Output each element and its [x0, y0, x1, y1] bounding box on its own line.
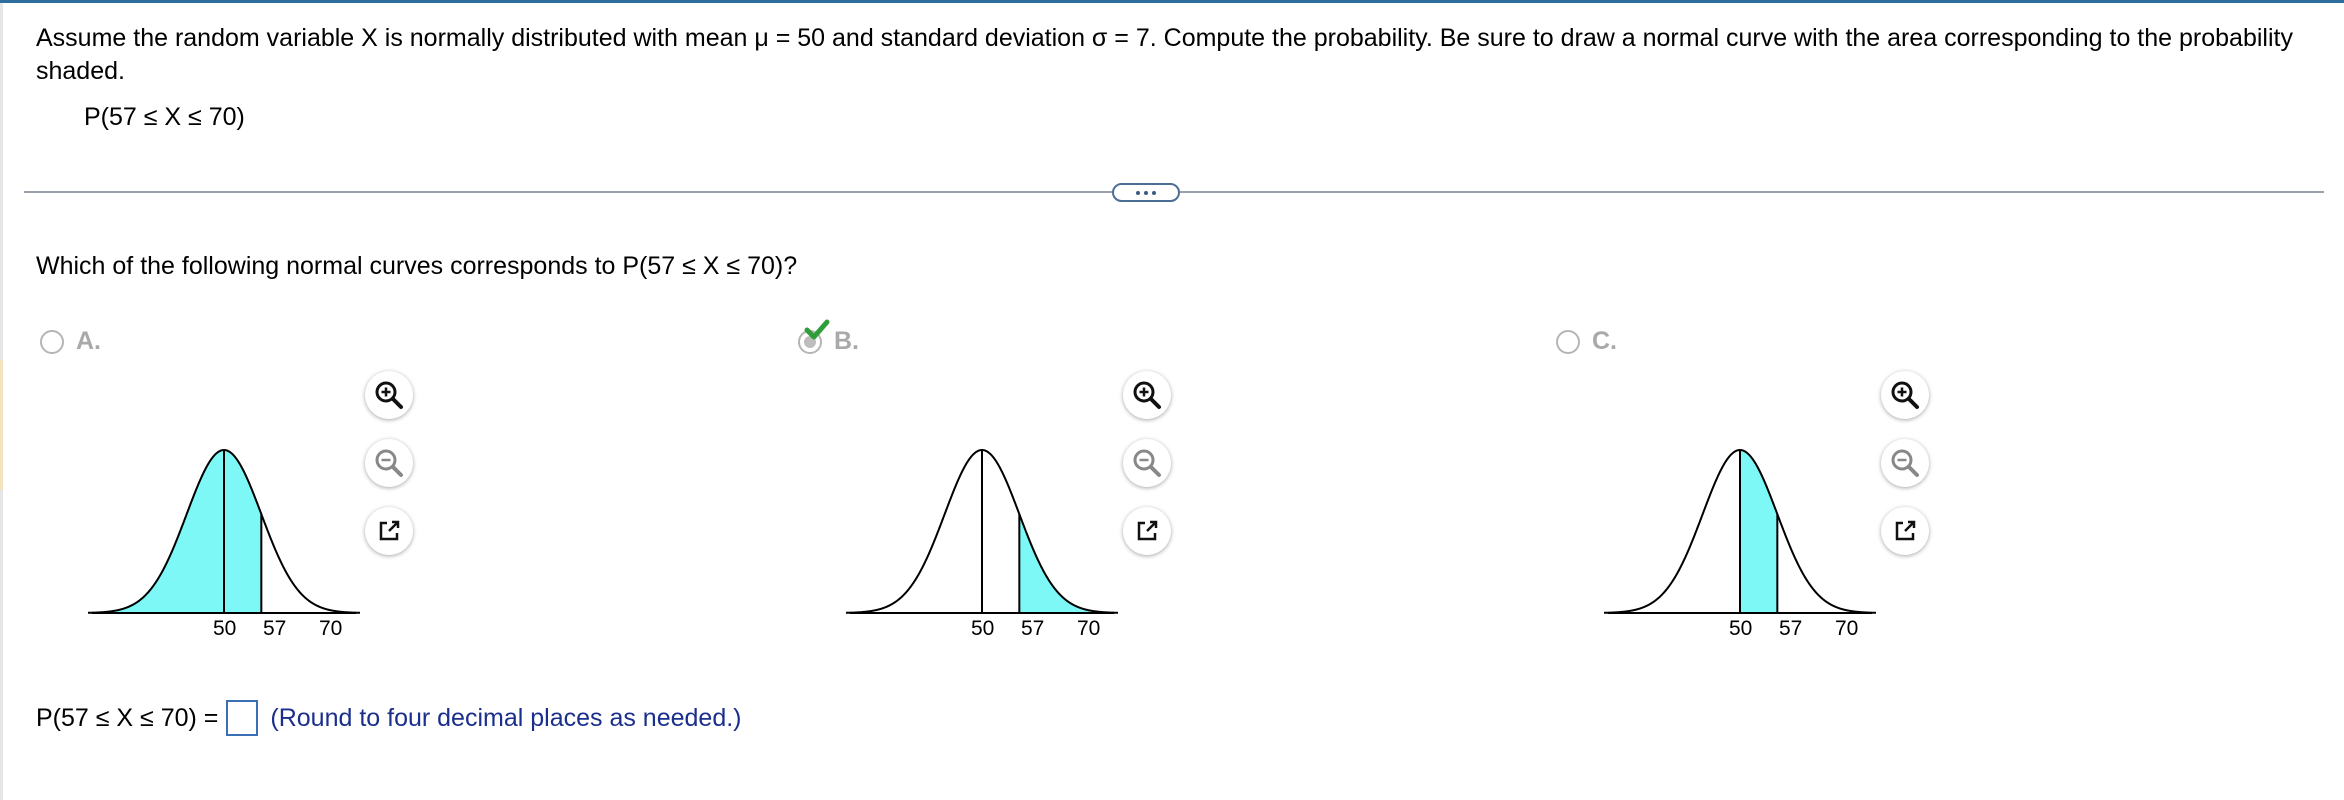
- option-c-radio[interactable]: [1556, 329, 1580, 354]
- normal-curve-c: [1604, 448, 1876, 614]
- zoom-out-button-a[interactable]: [365, 439, 413, 487]
- zoom-out-icon: [1133, 449, 1161, 477]
- option-a-radio[interactable]: [40, 329, 64, 354]
- zoom-in-icon: [1133, 381, 1161, 409]
- option-a[interactable]: A.: [40, 327, 101, 356]
- zoom-in-button-c[interactable]: [1881, 371, 1929, 419]
- tick-label-57: 57: [263, 617, 287, 640]
- tick-label-50: 50: [213, 617, 237, 640]
- tick-label-70: 70: [1077, 617, 1101, 640]
- zoom-out-button-b[interactable]: [1123, 439, 1171, 487]
- dot-icon: [1152, 190, 1156, 195]
- top-accent-bar: [0, 0, 2344, 3]
- popout-button-b[interactable]: [1123, 507, 1171, 555]
- zoom-in-button-a[interactable]: [365, 371, 413, 419]
- tick-label-50: 50: [971, 617, 995, 640]
- zoom-in-icon: [375, 381, 403, 409]
- answer-row: P(57 ≤ X ≤ 70) = (Round to four decimal …: [36, 700, 742, 736]
- dot-icon: [1136, 190, 1140, 195]
- zoom-in-button-b[interactable]: [1123, 371, 1171, 419]
- shaded-area: [1019, 514, 1118, 613]
- answer-input[interactable]: [226, 700, 259, 736]
- part1-prompt: Which of the following normal curves cor…: [36, 252, 798, 280]
- more-button[interactable]: [1112, 183, 1180, 202]
- external-link-icon: [379, 520, 400, 541]
- question-expression: P(57 ≤ X ≤ 70): [84, 103, 245, 131]
- external-link-icon: [1137, 520, 1158, 541]
- option-c-letter: C.: [1592, 327, 1617, 355]
- zoom-out-icon: [1891, 449, 1919, 477]
- tick-label-70: 70: [1835, 617, 1859, 640]
- normal-curve-a: [88, 448, 360, 614]
- normal-curve-b: [846, 448, 1118, 614]
- tick-label-50: 50: [1729, 617, 1753, 640]
- answer-label: P(57 ≤ X ≤ 70) =: [36, 703, 219, 732]
- left-border-marker: [0, 360, 3, 490]
- dot-icon: [1144, 190, 1148, 195]
- zoom-out-icon: [375, 449, 403, 477]
- shaded-area: [1740, 450, 1778, 613]
- external-link-icon: [1895, 520, 1916, 541]
- tick-label-57: 57: [1021, 617, 1045, 640]
- popout-button-c[interactable]: [1881, 507, 1929, 555]
- rounding-hint: (Round to four decimal places as needed.…: [270, 703, 742, 732]
- option-c[interactable]: C.: [1556, 327, 1617, 356]
- option-a-letter: A.: [76, 327, 101, 355]
- tick-label-70: 70: [319, 617, 343, 640]
- zoom-out-button-c[interactable]: [1881, 439, 1929, 487]
- option-b[interactable]: B.: [798, 319, 859, 356]
- popout-button-a[interactable]: [365, 507, 413, 555]
- option-b-letter: B.: [834, 327, 859, 355]
- zoom-in-icon: [1891, 381, 1919, 409]
- shaded-area: [88, 450, 262, 613]
- question-text: Assume the random variable X is normally…: [36, 24, 2293, 85]
- checkmark-icon: [804, 319, 830, 340]
- tick-label-57: 57: [1779, 617, 1803, 640]
